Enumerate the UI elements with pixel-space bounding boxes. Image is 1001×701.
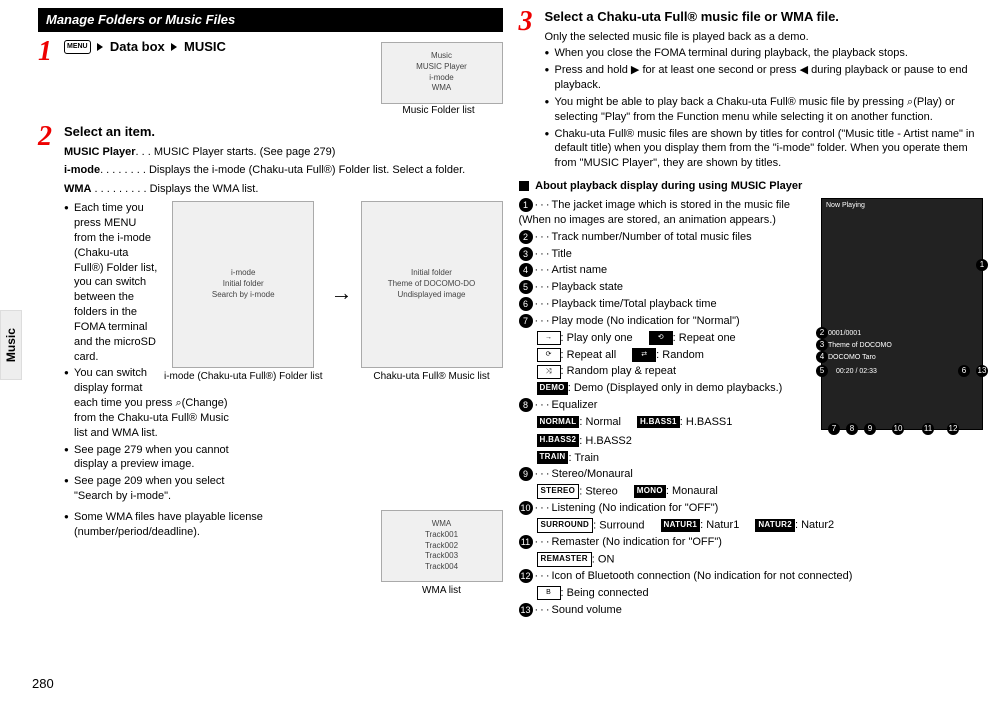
- screenshot-wma-list: WMA Track001 Track002 Track003 Track004: [381, 510, 503, 582]
- bullet-item: You can switch display format each time …: [64, 366, 244, 440]
- callout-13: 13: [976, 365, 988, 377]
- eq-train-icon: TRAIN: [537, 451, 569, 464]
- eq-hbass2-icon: H.BASS2: [537, 434, 580, 447]
- step-3-bullets: When you close the FOMA terminal during …: [545, 46, 984, 171]
- step-3-intro: Only the selected music file is played b…: [545, 30, 984, 45]
- demo-icon: DEMO: [537, 382, 568, 395]
- repeat-all-icon: ⟳: [537, 348, 561, 362]
- step-2-title: Select an item.: [64, 123, 503, 141]
- callout-10: 10: [892, 423, 904, 435]
- step-2-bullets-2: Some WMA files have playable license (nu…: [64, 510, 384, 540]
- bluetooth-icon: B: [537, 586, 561, 600]
- step-1: 1 Music MUSIC Player i-mode WMA Music Fo…: [38, 38, 503, 118]
- page-number: 280: [32, 675, 54, 693]
- caption-wma-list: WMA list: [381, 584, 503, 598]
- right-column: 3 Select a Chaku-uta Full® music file or…: [511, 8, 992, 701]
- natur1-icon: NATUR1: [661, 519, 701, 532]
- natur2-icon: NATUR2: [755, 519, 795, 532]
- step-2: 2 Select an item. MUSIC Player. . . MUSI…: [38, 123, 503, 597]
- callout-9: 9: [864, 423, 876, 435]
- remaster-icon: REMASTER: [537, 552, 592, 567]
- step-3-number: 3: [519, 8, 545, 173]
- callout-11: 11: [922, 423, 934, 435]
- section-tab-music: Music: [0, 310, 22, 380]
- play-mode-row: →: Play only one ⟲: Repeat one: [537, 331, 816, 346]
- breadcrumb-arrow-icon: [171, 43, 177, 51]
- eq-hbass1-icon: H.BASS1: [637, 416, 680, 429]
- repeat-one-icon: ⟲: [649, 331, 673, 345]
- left-column: Manage Folders or Music Files 1 Music MU…: [30, 8, 511, 701]
- play-one-icon: →: [537, 331, 561, 345]
- menu-key-badge: MENU: [64, 40, 91, 53]
- manual-page: Music 280 Manage Folders or Music Files …: [0, 0, 1001, 701]
- arrow-right-icon: →: [331, 278, 353, 308]
- nav-databox: Data box: [110, 39, 165, 54]
- step-2-body: Select an item. MUSIC Player. . . MUSIC …: [64, 123, 503, 597]
- callout-8: 8: [846, 423, 858, 435]
- heading-manage-folders: Manage Folders or Music Files: [38, 8, 503, 32]
- about-item-10: 10···Listening (No indication for "OFF"): [519, 501, 984, 516]
- bullet-item: Each time you press MENU from the i-mode…: [64, 201, 244, 364]
- bullet-item: Press and hold ▶ for at least one second…: [545, 63, 984, 93]
- caption-chaku-music-list: Chaku-uta Full® Music list: [373, 370, 489, 384]
- square-bullet-icon: [519, 181, 529, 191]
- callout-7: 7: [828, 423, 840, 435]
- callout-6: 6: [958, 365, 970, 377]
- bullet-item: See page 209 when you select "Search by …: [64, 474, 244, 504]
- random-icon: ⇄: [632, 348, 656, 362]
- eq-normal-icon: NORMAL: [537, 416, 580, 429]
- breadcrumb-arrow-icon: [97, 43, 103, 51]
- desc-music-player: MUSIC Player. . . MUSIC Player starts. (…: [64, 145, 503, 160]
- about-item-12: 12···Icon of Bluetooth connection (No in…: [519, 569, 984, 584]
- bullet-item: When you close the FOMA terminal during …: [545, 46, 984, 61]
- about-playback-heading: About playback display during using MUSI…: [519, 179, 984, 194]
- screenshot-music-folder-list: Music MUSIC Player i-mode WMA: [381, 42, 503, 104]
- bullet-item: See page 279 when you cannot display a p…: [64, 443, 244, 473]
- bullet-item: You might be able to play back a Chaku-u…: [545, 95, 984, 125]
- screenshot-chaku-music-list: Initial folder Theme of DOCOMO-DO Undisp…: [361, 201, 503, 368]
- step-1-number: 1: [38, 38, 64, 118]
- step-2-bullets: Each time you press MENU from the i-mode…: [64, 201, 244, 504]
- about-item-9: 9···Stereo/Monaural: [519, 467, 984, 482]
- desc-wma: WMA . . . . . . . . . Displays the WMA l…: [64, 182, 503, 197]
- callout-4: 4: [816, 351, 828, 363]
- callout-2: 2: [816, 327, 828, 339]
- callout-12: 12: [947, 423, 959, 435]
- step-2-number: 2: [38, 123, 64, 597]
- screenshot-music-player: Now Playing 0001/0001 Theme of DOCOMO DO…: [821, 198, 983, 430]
- step-3: 3 Select a Chaku-uta Full® music file or…: [519, 8, 984, 173]
- stereo-icon: STEREO: [537, 484, 580, 499]
- about-item-13: 13···Sound volume: [519, 603, 984, 618]
- callout-1: 1: [976, 259, 988, 271]
- random-repeat-icon: ⤨: [537, 365, 561, 379]
- surround-icon: SURROUND: [537, 518, 594, 533]
- bullet-item: Some WMA files have playable license (nu…: [64, 510, 384, 540]
- callout-3: 3: [816, 339, 828, 351]
- about-item-11: 11···Remaster (No indication for "OFF"): [519, 535, 984, 550]
- step-3-title: Select a Chaku-uta Full® music file or W…: [545, 8, 984, 26]
- step-1-body: Music MUSIC Player i-mode WMA Music Fold…: [64, 38, 503, 118]
- step-3-body: Select a Chaku-uta Full® music file or W…: [545, 8, 984, 173]
- section-tab-label: Music: [3, 328, 19, 362]
- bullet-item: Chaku-uta Full® music files are shown by…: [545, 127, 984, 172]
- nav-music: MUSIC: [184, 39, 226, 54]
- mono-icon: MONO: [634, 485, 666, 498]
- callout-5: 5: [816, 365, 828, 377]
- desc-imode: i-mode. . . . . . . . Displays the i-mod…: [64, 163, 503, 178]
